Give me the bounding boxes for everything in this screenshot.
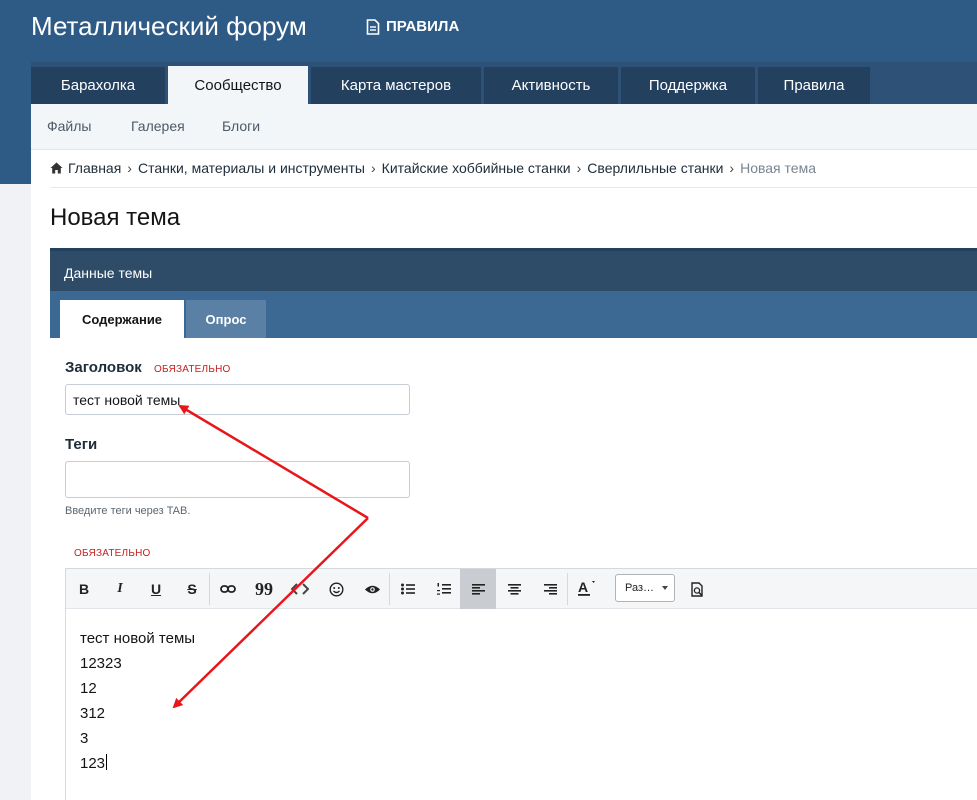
page-title: Новая тема	[50, 204, 181, 231]
panel-tabs: Содержание Опрос	[50, 291, 977, 338]
breadcrumb-separator: ›	[127, 160, 132, 176]
editor-content[interactable]: тест новой темы 12323 12 312 3 123	[80, 626, 195, 776]
spoiler-button[interactable]	[354, 569, 390, 609]
editor-line: тест новой темы	[80, 630, 196, 647]
font-size-select-value: Раз…	[625, 582, 655, 594]
align-center-button[interactable]	[496, 569, 532, 609]
panel-header: Данные темы	[50, 248, 977, 291]
strikethrough-button[interactable]: S	[174, 569, 210, 609]
breadcrumb-home[interactable]: Главная	[68, 160, 121, 176]
nav-tab-label: Барахолка	[60, 77, 136, 94]
breadcrumb-item[interactable]: Китайские хоббийные станки	[382, 160, 571, 176]
align-left-button[interactable]	[460, 569, 496, 609]
text-color-button[interactable]: A	[569, 569, 605, 609]
sub-nav: Файлы Галерея Блоги	[31, 104, 977, 150]
nav-tab-support[interactable]: Поддержка	[621, 67, 755, 104]
quote-icon: 99	[255, 578, 273, 599]
editor-line-last: 123	[80, 751, 195, 776]
tags-hint: Введите теги через TAB.	[65, 505, 191, 517]
bullet-list-button[interactable]	[390, 569, 426, 609]
breadcrumb-separator: ›	[371, 160, 376, 176]
nav-tab-label: Поддержка	[648, 77, 728, 94]
text-cursor	[106, 754, 108, 770]
italic-icon: I	[117, 581, 123, 596]
nav-tab-label: Активность	[511, 77, 591, 94]
editor-line: 12323	[80, 655, 122, 672]
editor-line: 3	[80, 730, 89, 747]
page-container: Барахолка Сообщество Карта мастеров Акти…	[31, 62, 977, 800]
nav-tab-label: Правила	[783, 77, 845, 94]
tab-content[interactable]: Содержание	[60, 300, 184, 338]
breadcrumb-item[interactable]: Станки, материалы и инструменты	[138, 160, 365, 176]
align-left-icon	[471, 583, 485, 595]
align-right-icon	[543, 583, 557, 595]
numbered-list-button[interactable]	[426, 569, 462, 609]
link-button[interactable]	[210, 569, 246, 609]
breadcrumb-current: Новая тема	[740, 160, 816, 176]
document-icon	[366, 18, 380, 35]
rules-link[interactable]: ПРАВИЛА	[366, 18, 459, 35]
message-editor: B I U S 99 A Раз… тест новой темы 12323 …	[65, 568, 977, 800]
nav-tab-masters-map[interactable]: Карта мастеров	[311, 67, 481, 104]
align-center-icon	[507, 583, 521, 595]
editor-line-text: 123	[80, 755, 106, 772]
breadcrumb: Главная › Станки, материалы и инструмент…	[50, 160, 816, 176]
main-nav: Барахолка Сообщество Карта мастеров Акти…	[31, 62, 977, 104]
nav-tab-label: Сообщество	[194, 76, 282, 94]
nav-tab-label: Карта мастеров	[340, 77, 452, 94]
smiley-icon	[328, 581, 344, 597]
nav-tab-community[interactable]: Сообщество	[168, 66, 308, 104]
numbered-list-icon	[437, 583, 451, 595]
italic-button[interactable]: I	[102, 569, 138, 609]
chevron-down-icon	[662, 586, 668, 590]
svg-text:A: A	[578, 580, 588, 595]
breadcrumb-separator: ›	[576, 160, 582, 176]
rules-link-label: ПРАВИЛА	[386, 18, 460, 35]
strikethrough-icon: S	[187, 581, 197, 597]
tags-input[interactable]	[65, 461, 410, 498]
breadcrumb-item[interactable]: Сверлильные станки	[587, 160, 723, 176]
nav-tab-rules[interactable]: Правила	[758, 67, 870, 104]
nav-tab-activity[interactable]: Активность	[484, 67, 618, 104]
code-icon	[291, 583, 309, 595]
underline-button[interactable]: U	[138, 569, 174, 609]
emoji-button[interactable]	[318, 569, 354, 609]
tab-label: Опрос	[205, 311, 247, 327]
title-required-badge: ОБЯЗАТЕЛЬНО	[154, 364, 231, 375]
underline-icon: U	[150, 581, 162, 597]
eye-icon	[364, 585, 380, 593]
text-color-icon: A	[578, 580, 595, 596]
bullet-list-icon	[401, 583, 415, 595]
tab-poll[interactable]: Опрос	[186, 300, 266, 338]
font-size-select[interactable]: Раз…	[615, 574, 675, 602]
content-required-badge: ОБЯЗАТЕЛЬНО	[74, 548, 151, 559]
subnav-item-gallery[interactable]: Галерея	[131, 118, 185, 134]
preview-button[interactable]	[680, 569, 716, 609]
align-right-button[interactable]	[532, 569, 568, 609]
tab-label: Содержание	[81, 311, 163, 327]
site-title[interactable]: Металлический форум	[31, 11, 307, 42]
home-icon	[50, 162, 63, 174]
subnav-item-files[interactable]: Файлы	[47, 118, 91, 134]
editor-line: 12	[80, 680, 97, 697]
bold-button[interactable]: B	[66, 569, 102, 609]
link-icon	[220, 585, 236, 593]
tags-label: Теги	[65, 436, 98, 453]
breadcrumb-separator: ›	[729, 160, 735, 176]
quote-button[interactable]: 99	[246, 569, 282, 609]
breadcrumb-divider	[50, 187, 977, 188]
preview-icon	[691, 581, 703, 597]
title-label: Заголовок	[65, 359, 142, 376]
code-button[interactable]	[282, 569, 318, 609]
toolbar-separator	[567, 573, 568, 605]
editor-toolbar: B I U S 99 A Раз…	[66, 569, 977, 609]
subnav-item-blogs[interactable]: Блоги	[222, 118, 260, 134]
title-input[interactable]	[65, 384, 410, 415]
bold-icon: B	[78, 581, 90, 597]
nav-tab-baraholka[interactable]: Барахолка	[31, 67, 165, 104]
editor-line: 312	[80, 705, 106, 722]
